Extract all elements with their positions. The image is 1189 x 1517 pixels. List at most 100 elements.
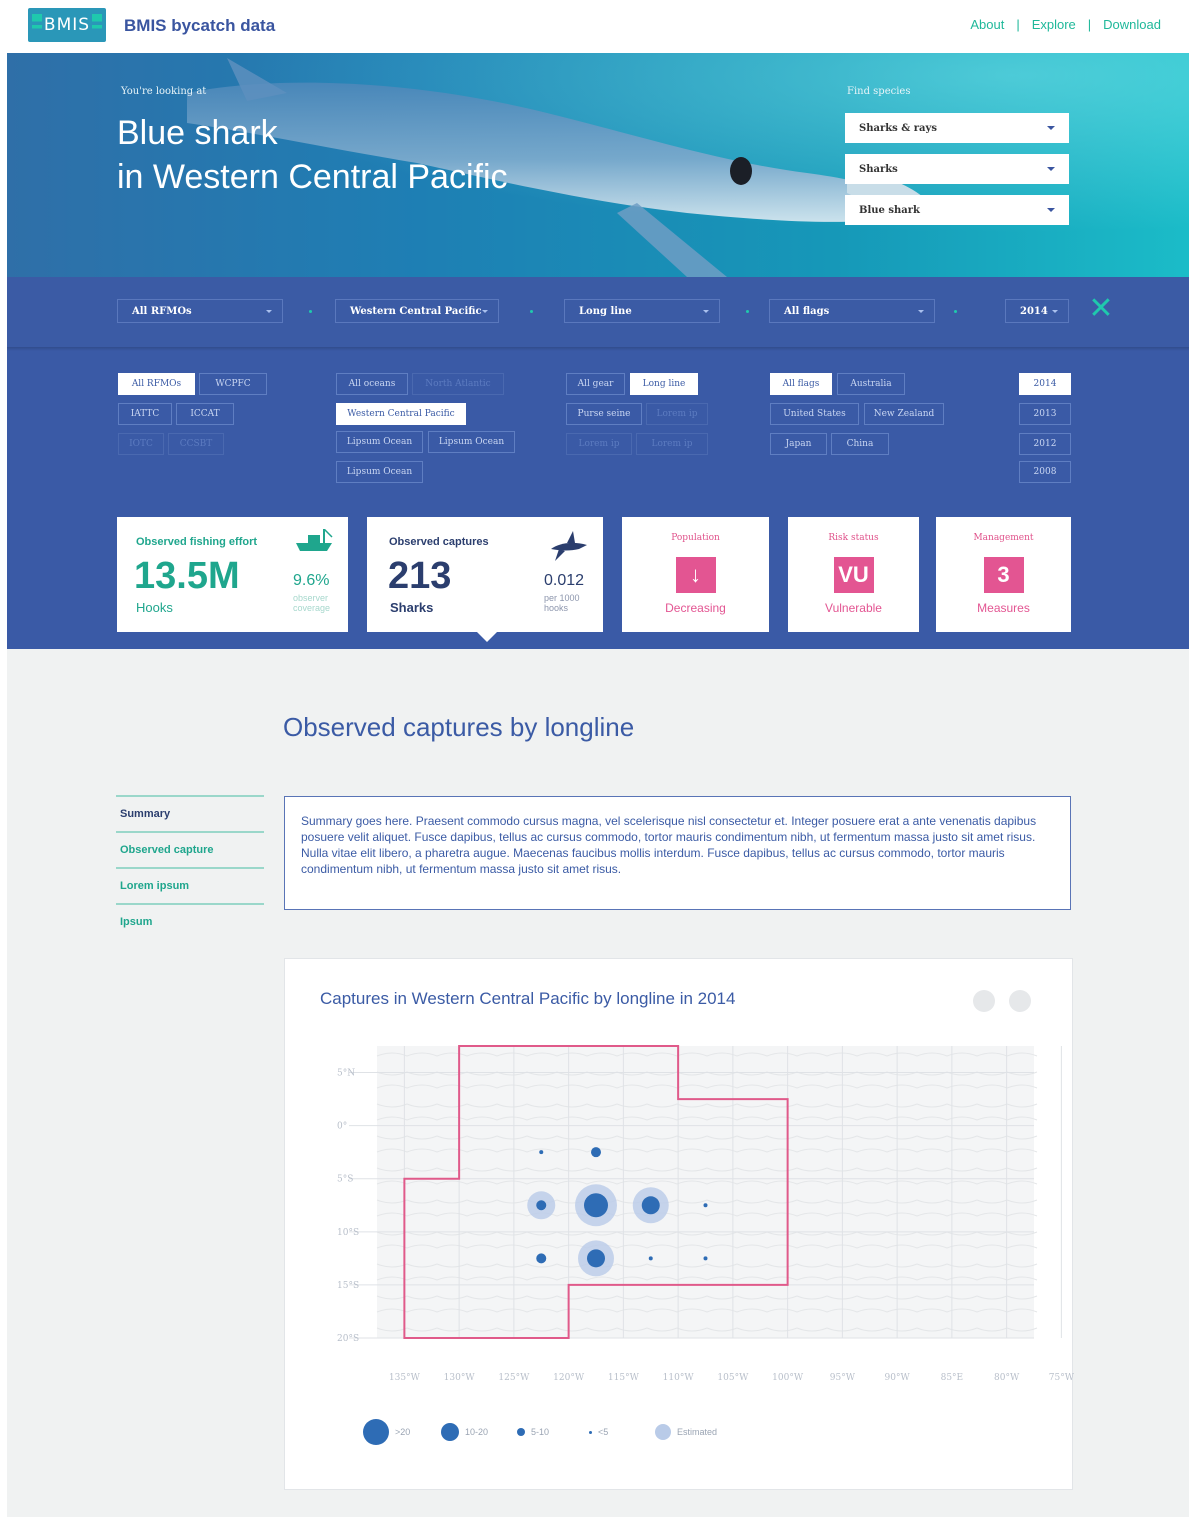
lon-tick-label: 105°W (717, 1373, 749, 1383)
chip-ocean[interactable]: Lipsum Ocean (336, 431, 423, 453)
sidenav-item-lorem-ipsum[interactable]: Lorem ipsum (116, 867, 264, 903)
lon-tick-label: 120°W (553, 1373, 585, 1383)
filter-separator-dot (746, 310, 749, 313)
chevron-down-icon (266, 310, 272, 313)
chip-flag[interactable]: Japan (770, 433, 827, 455)
legend-label: 10-20 (465, 1427, 489, 1437)
nav-separator: | (1016, 17, 1020, 32)
capture-point (703, 1256, 708, 1261)
sidenav-item-ipsum[interactable]: Ipsum (116, 903, 264, 939)
lon-tick-label: 95°W (830, 1373, 856, 1383)
flag-filter-select[interactable]: All flags (769, 299, 935, 323)
chevron-down-icon (703, 310, 709, 313)
select-value: All flags (784, 305, 830, 317)
card-label: Population (671, 533, 720, 543)
chip-rfmo[interactable]: All RFMOs (118, 373, 195, 395)
population-card[interactable]: Population ↓ Decreasing (622, 517, 769, 632)
management-card[interactable]: Management 3 Measures (936, 517, 1071, 632)
chip-gear[interactable]: Purse seine (566, 403, 642, 425)
chip-gear[interactable]: Long line (630, 373, 698, 395)
select-value: Blue shark (859, 204, 920, 216)
observed-captures-card[interactable]: Observed captures 213 Sharks 0.012 per 1… (367, 517, 603, 642)
rfmo-filter-select[interactable]: All RFMOs (117, 299, 283, 323)
chevron-down-icon (482, 310, 488, 313)
nav-separator: | (1087, 17, 1092, 32)
chip-year[interactable]: 2013 (1019, 403, 1071, 425)
legend-dot (441, 1423, 459, 1441)
chip-flag[interactable]: All flags (770, 373, 832, 395)
fishing-effort-card[interactable]: Observed fishing effort 13.5M Hooks 9.6%… (117, 517, 348, 632)
legend-label: 5-10 (531, 1427, 550, 1437)
chip-year[interactable]: 2014 (1019, 373, 1071, 395)
lon-tick-label: 135°W (389, 1373, 421, 1383)
arrow-down-icon: ↓ (675, 557, 716, 593)
shark-icon (551, 531, 587, 561)
nav-about-link[interactable]: About (970, 17, 1004, 32)
select-value: Long line (579, 305, 632, 317)
chip-gear[interactable]: Lorem ip (636, 433, 708, 455)
chip-ocean[interactable]: Western Central Pacific (336, 403, 466, 425)
lon-tick-label: 115°W (608, 1373, 640, 1383)
chip-rfmo[interactable]: WCPFC (199, 373, 267, 395)
bmis-logo[interactable]: BMIS (28, 8, 106, 42)
summary-text: Summary goes here. Praesent commodo curs… (301, 814, 1037, 876)
coverage-value: 9.6% (293, 572, 330, 589)
sidenav-item-observed-capture[interactable]: Observed capture (116, 831, 264, 867)
brand-title[interactable]: BMIS bycatch data (124, 16, 275, 36)
species-group-select[interactable]: Sharks & rays (845, 113, 1069, 143)
measures-label: Measures (977, 601, 1030, 615)
logo-text: BMIS (43, 15, 91, 35)
capture-point (641, 1196, 660, 1215)
chip-rfmo[interactable]: IATTC (118, 403, 172, 425)
chip-gear[interactable]: All gear (566, 373, 625, 395)
chip-ocean[interactable]: North Atlantic (412, 373, 504, 395)
filter-separator-dot (954, 310, 957, 313)
chip-ocean[interactable]: All oceans (336, 373, 408, 395)
chip-gear[interactable]: Lorem ip (646, 403, 708, 425)
legend-label: >20 (395, 1427, 411, 1437)
chip-rfmo[interactable]: CCSBT (168, 433, 224, 455)
chip-flag[interactable]: China (831, 433, 889, 455)
chevron-down-icon (918, 310, 924, 313)
chip-ocean[interactable]: Lipsum Ocean (336, 461, 423, 483)
species-select[interactable]: Blue shark (845, 195, 1069, 225)
select-value: Sharks (859, 163, 898, 175)
legend-dot (589, 1430, 592, 1434)
chevron-down-icon (1047, 208, 1055, 212)
chip-flag[interactable]: Australia (837, 373, 905, 395)
capture-map[interactable]: 5°N 0° 5°S 10°S 15°S 20°S 135°W 130°W 125°W 120°W… (285, 959, 1074, 1491)
filter-separator-dot (309, 310, 312, 313)
chip-gear[interactable]: Lorem ip (566, 433, 632, 455)
nav-explore-link[interactable]: Explore (1032, 17, 1076, 32)
chip-flag[interactable]: United States (770, 403, 859, 425)
nav-download-link[interactable]: Download (1103, 17, 1161, 32)
chip-flag[interactable]: New Zealand (864, 403, 944, 425)
species-family-select[interactable]: Sharks (845, 154, 1069, 184)
capture-point (648, 1256, 653, 1261)
find-species-label: Find species (847, 86, 911, 97)
select-value: Sharks & rays (859, 122, 937, 134)
risk-status-card[interactable]: Risk status VU Vulnerable (788, 517, 919, 632)
legend-dot (363, 1419, 389, 1445)
lat-tick-label: 0° (337, 1122, 347, 1132)
legend-dot (517, 1428, 525, 1436)
map-background (377, 1046, 1034, 1338)
chip-rfmo[interactable]: IOTC (118, 433, 164, 455)
gear-filter-select[interactable]: Long line (564, 299, 720, 323)
ocean-filter-select[interactable]: Western Central Pacific (335, 299, 499, 323)
select-value: All RFMOs (132, 305, 192, 317)
capture-point (587, 1249, 605, 1268)
chip-ocean[interactable]: Lipsum Ocean (428, 431, 515, 453)
chip-year[interactable]: 2008 (1019, 461, 1071, 483)
legend-item-medium: 10-20 (441, 1417, 488, 1447)
population-trend: Decreasing (665, 601, 726, 615)
chip-rfmo[interactable]: ICCAT (176, 403, 234, 425)
capture-point (536, 1253, 547, 1264)
year-filter-select[interactable]: 2014 (1005, 299, 1069, 323)
capture-point (536, 1200, 547, 1211)
select-value: Western Central Pacific (350, 305, 482, 317)
close-icon[interactable]: ✕ (1087, 294, 1115, 324)
chip-year[interactable]: 2012 (1019, 433, 1071, 455)
sidenav-item-summary[interactable]: Summary (116, 795, 264, 831)
card-label: Risk status (828, 533, 879, 543)
